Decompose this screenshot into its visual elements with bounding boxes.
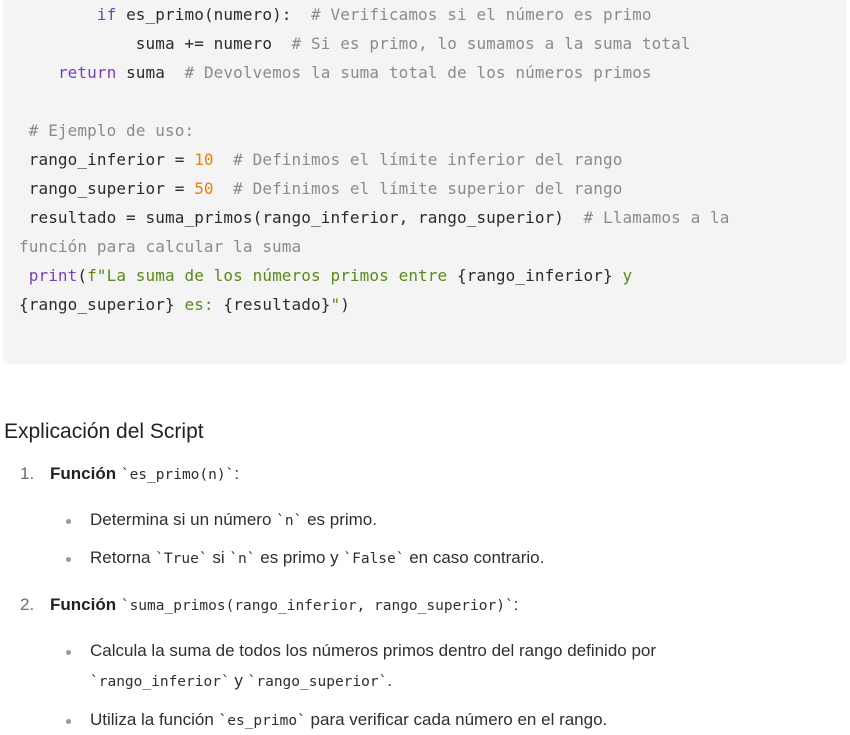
bullet-dot (66, 650, 71, 655)
code-line: return suma # Devolvemos la suma total d… (19, 63, 652, 83)
code-text: {rango_inferior} (457, 266, 613, 285)
code-line: {rango_superior} es: {resultado}") (19, 295, 350, 315)
code-keyword: return (57, 63, 117, 82)
list-number-2: 2. (20, 595, 35, 614)
code-text: ) (340, 295, 350, 314)
code-string: f"La suma de los números primos entre (87, 266, 457, 285)
code-comment: # Llamamos a la (583, 208, 730, 227)
code-text: resultado = suma_primos(rango_inferior, … (28, 208, 584, 227)
code-string: y (612, 266, 633, 285)
code-text: suma (116, 63, 185, 82)
code-comment: # Si es primo, lo sumamos a la suma tota… (291, 34, 691, 53)
code-number: 50 (194, 179, 214, 198)
code-line: rango_superior = 50 # Definimos el límit… (19, 179, 623, 199)
list-number-1: 1. (20, 464, 35, 483)
code-text: {rango_superior} (19, 295, 175, 314)
code-text: ( (77, 266, 88, 285)
code-string: es: (174, 295, 224, 314)
code-line: rango_inferior = 10 # Definimos el límit… (19, 150, 623, 170)
code-keyword: if (96, 5, 117, 24)
bullet-dot (66, 557, 71, 562)
code-text: {resultado} (223, 295, 331, 314)
list-item-2: Función `suma_primos(rango_inferior, ran… (50, 595, 519, 614)
list-item-1-bullet-1: Determina si un número `n` es primo. (90, 510, 377, 529)
code-line: resultado = suma_primos(rango_inferior, … (19, 208, 730, 228)
code-text: suma += numero (135, 34, 292, 53)
code-comment: # Ejemplo de uso: (28, 121, 195, 140)
code-comment: # Definimos el límite inferior del rango (233, 150, 623, 169)
bullet-dot (66, 519, 71, 524)
code-string: " (330, 295, 341, 314)
code-text: rango_superior = (28, 179, 195, 198)
list-item-2-bullet-1-line-2: `rango_inferior` y `rango_superior`. (90, 671, 393, 690)
code-comment: # Verificamos si el número es primo (311, 5, 652, 24)
code-text: rango_inferior = (28, 150, 195, 169)
section-heading: Explicación del Script (4, 420, 204, 443)
code-block: if es_primo(numero): # Verificamos si el… (3, 0, 846, 364)
code-keyword: print (28, 266, 78, 285)
list-item-1: Función `es_primo(n)`: (50, 464, 240, 483)
code-line: if es_primo(numero): # Verificamos si el… (19, 5, 652, 25)
list-item-1-bullet-2: Retorna `True` si `n` es primo y `False`… (90, 548, 545, 567)
code-line: función para calcular la suma (19, 237, 301, 257)
code-comment: # Devolvemos la suma total de los número… (184, 63, 652, 82)
code-number: 10 (194, 150, 214, 169)
bullet-dot (66, 719, 71, 724)
code-line: print(f"La suma de los números primos en… (19, 266, 632, 286)
code-comment: función para calcular la suma (19, 237, 302, 256)
list-item-2-bullet-2: Utiliza la función `es_primo` para verif… (90, 710, 608, 729)
code-text: es_primo(numero): (116, 5, 311, 24)
list-item-2-bullet-1-line-1: Calcula la suma de todos los números pri… (90, 641, 657, 660)
code-comment: # Definimos el límite superior del rango (233, 179, 623, 198)
code-line: # Ejemplo de uso: (19, 121, 194, 141)
code-line: suma += numero # Si es primo, lo sumamos… (19, 34, 691, 54)
